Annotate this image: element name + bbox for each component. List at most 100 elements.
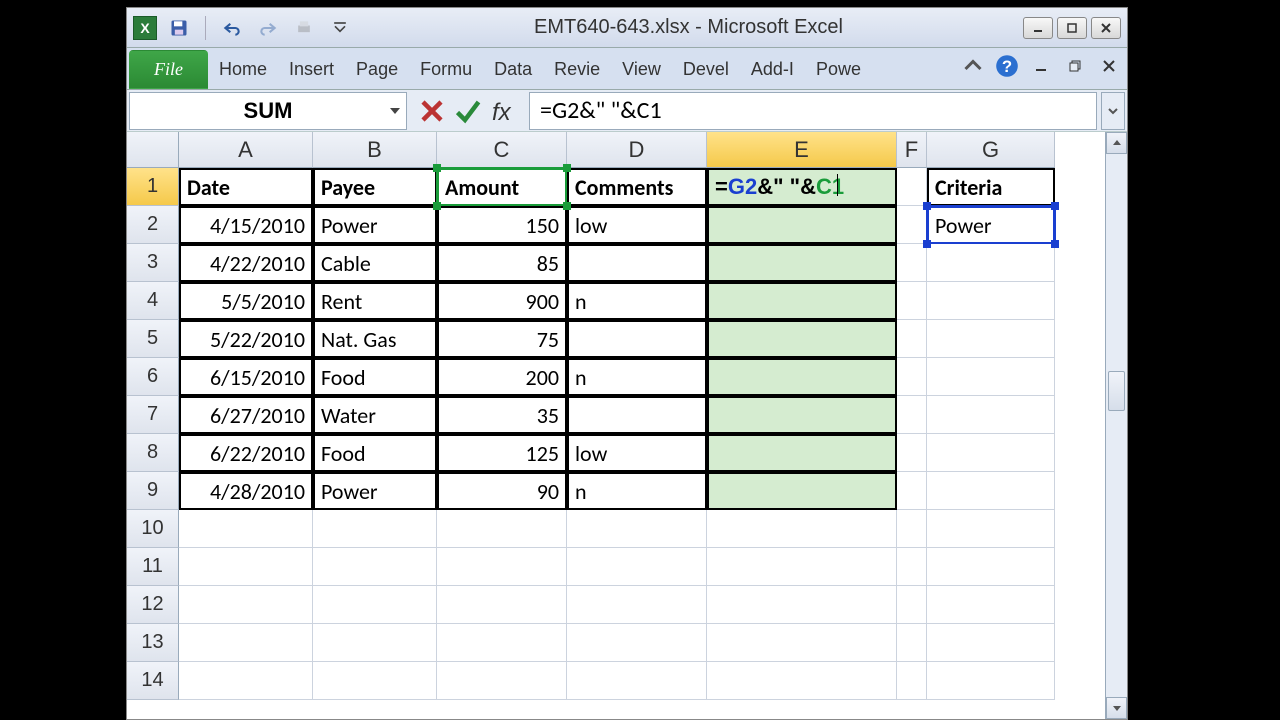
cell-D13[interactable] — [567, 624, 707, 662]
row-header-12[interactable]: 12 — [127, 586, 179, 624]
cell-D9[interactable]: n — [567, 472, 707, 510]
row-header-7[interactable]: 7 — [127, 396, 179, 434]
cell-E7[interactable] — [707, 396, 897, 434]
cell-E5[interactable] — [707, 320, 897, 358]
cell-F7[interactable] — [897, 396, 927, 434]
tab-power[interactable]: Powe — [805, 50, 872, 89]
cell-C9[interactable]: 90 — [437, 472, 567, 510]
cell-D11[interactable] — [567, 548, 707, 586]
formula-enter-icon[interactable] — [453, 96, 483, 126]
cell-G9[interactable] — [927, 472, 1055, 510]
cell-C13[interactable] — [437, 624, 567, 662]
cell-A2[interactable]: 4/15/2010 — [179, 206, 313, 244]
cell-G11[interactable] — [927, 548, 1055, 586]
tab-insert[interactable]: Insert — [278, 50, 345, 89]
cell-G6[interactable] — [927, 358, 1055, 396]
workbook-close-icon[interactable] — [1097, 54, 1121, 78]
row-header-2[interactable]: 2 — [127, 206, 179, 244]
tab-developer[interactable]: Devel — [672, 50, 740, 89]
cell-F1[interactable] — [897, 168, 927, 206]
cell-F14[interactable] — [897, 662, 927, 700]
cell-B5[interactable]: Nat. Gas — [313, 320, 437, 358]
cell-F11[interactable] — [897, 548, 927, 586]
name-box-dropdown-icon[interactable] — [388, 98, 402, 124]
select-all-corner[interactable] — [127, 132, 179, 168]
cell-F13[interactable] — [897, 624, 927, 662]
cell-D6[interactable]: n — [567, 358, 707, 396]
cell-A5[interactable]: 5/22/2010 — [179, 320, 313, 358]
cell-F4[interactable] — [897, 282, 927, 320]
row-header-10[interactable]: 10 — [127, 510, 179, 548]
cell-E13[interactable] — [707, 624, 897, 662]
cell-B8[interactable]: Food — [313, 434, 437, 472]
cell-D10[interactable] — [567, 510, 707, 548]
print-icon[interactable] — [290, 14, 318, 42]
cell-E11[interactable] — [707, 548, 897, 586]
cell-C5[interactable]: 75 — [437, 320, 567, 358]
cell-D1[interactable]: Comments — [567, 168, 707, 206]
tab-addins[interactable]: Add-I — [740, 50, 805, 89]
column-header-F[interactable]: F — [897, 132, 927, 168]
column-header-B[interactable]: B — [313, 132, 437, 168]
cell-B4[interactable]: Rent — [313, 282, 437, 320]
insert-function-icon[interactable]: fx — [489, 96, 519, 126]
cell-F12[interactable] — [897, 586, 927, 624]
cell-grid[interactable]: DatePayeeAmountComments=G2&" "&C1Criteri… — [179, 168, 1127, 719]
scroll-track[interactable] — [1106, 154, 1127, 697]
cell-F3[interactable] — [897, 244, 927, 282]
row-header-11[interactable]: 11 — [127, 548, 179, 586]
cell-A9[interactable]: 4/28/2010 — [179, 472, 313, 510]
cell-G12[interactable] — [927, 586, 1055, 624]
cell-G4[interactable] — [927, 282, 1055, 320]
formula-cancel-icon[interactable] — [417, 96, 447, 126]
cell-C8[interactable]: 125 — [437, 434, 567, 472]
cell-B9[interactable]: Power — [313, 472, 437, 510]
cell-B14[interactable] — [313, 662, 437, 700]
row-header-1[interactable]: 1 — [127, 168, 179, 206]
cell-B3[interactable]: Cable — [313, 244, 437, 282]
cell-G3[interactable] — [927, 244, 1055, 282]
cell-F6[interactable] — [897, 358, 927, 396]
cell-A4[interactable]: 5/5/2010 — [179, 282, 313, 320]
cell-F10[interactable] — [897, 510, 927, 548]
undo-icon[interactable] — [218, 14, 246, 42]
cell-C14[interactable] — [437, 662, 567, 700]
cell-A12[interactable] — [179, 586, 313, 624]
cell-G5[interactable] — [927, 320, 1055, 358]
name-box[interactable]: SUM — [129, 92, 407, 130]
cell-C6[interactable]: 200 — [437, 358, 567, 396]
formula-bar-expand-icon[interactable] — [1101, 92, 1125, 130]
cell-C12[interactable] — [437, 586, 567, 624]
close-button[interactable] — [1091, 17, 1121, 39]
tab-data[interactable]: Data — [483, 50, 543, 89]
cell-A3[interactable]: 4/22/2010 — [179, 244, 313, 282]
ribbon-minimize-icon[interactable] — [961, 54, 985, 78]
scroll-up-icon[interactable] — [1106, 132, 1127, 154]
tab-home[interactable]: Home — [208, 50, 278, 89]
cell-A10[interactable] — [179, 510, 313, 548]
cell-G13[interactable] — [927, 624, 1055, 662]
cell-A7[interactable]: 6/27/2010 — [179, 396, 313, 434]
vertical-scrollbar[interactable] — [1105, 132, 1127, 719]
cell-C10[interactable] — [437, 510, 567, 548]
tab-page[interactable]: Page — [345, 50, 409, 89]
save-icon[interactable] — [165, 14, 193, 42]
cell-B11[interactable] — [313, 548, 437, 586]
cell-E10[interactable] — [707, 510, 897, 548]
cell-G1[interactable]: Criteria — [927, 168, 1055, 206]
cell-C2[interactable]: 150 — [437, 206, 567, 244]
cell-B6[interactable]: Food — [313, 358, 437, 396]
cell-A13[interactable] — [179, 624, 313, 662]
cell-D8[interactable]: low — [567, 434, 707, 472]
redo-icon[interactable] — [254, 14, 282, 42]
column-header-G[interactable]: G — [927, 132, 1055, 168]
help-icon[interactable]: ? — [995, 54, 1019, 78]
column-header-E[interactable]: E — [707, 132, 897, 168]
cell-F5[interactable] — [897, 320, 927, 358]
cell-D14[interactable] — [567, 662, 707, 700]
row-header-9[interactable]: 9 — [127, 472, 179, 510]
cell-G10[interactable] — [927, 510, 1055, 548]
row-header-8[interactable]: 8 — [127, 434, 179, 472]
row-header-13[interactable]: 13 — [127, 624, 179, 662]
qat-customize-icon[interactable] — [326, 14, 354, 42]
